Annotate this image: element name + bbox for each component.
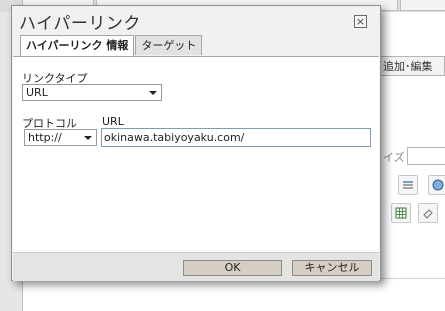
screen: 追加･編集 イズ ハイパーリンク × ハイパーリンク 情報 ターゲット リンクタ… xyxy=(0,0,445,311)
protocol-value: http:// xyxy=(28,131,62,144)
hyperlink-dialog: ハイパーリンク × ハイパーリンク 情報 ターゲット リンクタイプ URL プロ… xyxy=(11,5,381,281)
dialog-title: ハイパーリンク xyxy=(19,14,141,34)
background-size-input[interactable] xyxy=(407,147,445,165)
background-add-edit-button[interactable]: 追加･編集 xyxy=(380,56,445,76)
list-icon[interactable] xyxy=(398,175,418,195)
link-type-value: URL xyxy=(26,86,48,99)
tab-hyperlink-info[interactable]: ハイパーリンク 情報 xyxy=(20,35,135,56)
eraser-icon[interactable] xyxy=(418,203,438,223)
dialog-footer: OK キャンセル xyxy=(13,252,379,281)
chevron-down-icon xyxy=(149,91,157,95)
url-label: URL xyxy=(102,115,124,128)
background-size-label: イズ xyxy=(383,151,405,164)
protocol-select[interactable]: http:// xyxy=(24,129,97,146)
tab-target[interactable]: ターゲット xyxy=(135,35,203,55)
background-tab-fragment xyxy=(400,0,445,11)
dialog-tabs: ハイパーリンク 情報 ターゲット xyxy=(20,35,203,56)
globe-icon[interactable] xyxy=(428,175,445,195)
cancel-button[interactable]: キャンセル xyxy=(292,260,372,276)
chevron-down-icon xyxy=(84,136,92,140)
url-input[interactable]: okinawa.tabiyoyaku.com/ xyxy=(101,128,371,147)
ok-button[interactable]: OK xyxy=(183,260,282,276)
link-type-select[interactable]: URL xyxy=(22,84,162,101)
dialog-content: リンクタイプ URL プロトコル http:// URL okinawa.tab… xyxy=(13,56,379,253)
close-icon[interactable]: × xyxy=(354,15,367,28)
grid-icon[interactable] xyxy=(391,203,411,223)
